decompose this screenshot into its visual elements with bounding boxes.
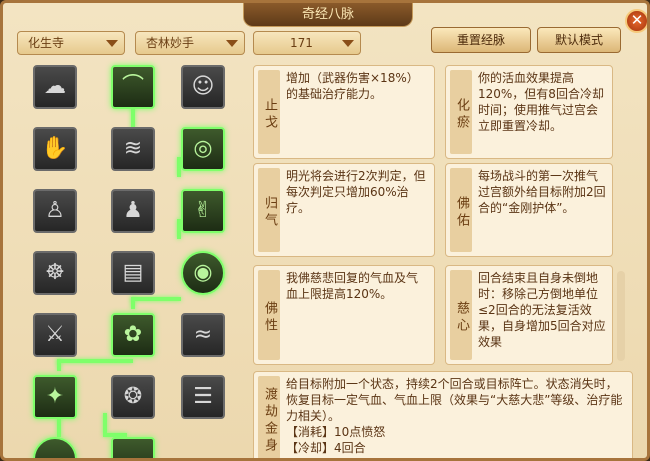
card-huayu: 化瘀 你的活血效果提高120%，但有8回合冷却时间；使用推气过宫会立即重置冷却。 [445,65,613,159]
window-title: 奇经八脉 [243,3,413,27]
school-dropdown[interactable]: 杏林妙手 [135,31,245,55]
level-dropdown[interactable]: 171 [253,31,361,55]
book-icon[interactable]: ▤ [111,251,155,295]
card-foxing: 佛性 我佛慈悲回复的气血及气血上限提高120%。 [253,265,435,365]
card-name: 佛佑 [450,168,472,252]
monk-icon[interactable]: ☺ [181,65,225,109]
card-desc: 回合结束且自身未倒地时：移除己方倒地单位≤2回合的无法复活效果，自身增加5回合对… [478,271,606,349]
default-mode-button[interactable]: 默认模式 [537,27,621,53]
card-zhige: 止戈 增加（武器伤害×18%）的基础治疗能力。 [253,65,435,159]
meridian-link [103,413,107,433]
halo-icon[interactable]: ◉ [181,251,225,295]
meridian-grid: ☁ ⌒ ☺ ✋ ◎ ≋ ♙ ✌ ♟ ☸ ▤ ◉ ⚔ ✿ ≈ ✦ ❂ ☰ [17,59,245,458]
card-name: 化瘀 [450,70,472,154]
lotus-icon[interactable]: ✿ [111,313,155,357]
card-desc: 我佛慈悲回复的气血及气血上限提高120%。 [286,271,419,301]
feather-icon[interactable]: ≈ [181,313,225,357]
card-desc-text: 给目标附加一个状态，持续2个回合或目标阵亡。状态消失时，恢复目标一定气血、气血上… [286,377,623,423]
jade-ring-icon[interactable]: ◎ [181,127,225,171]
meditation-icon[interactable]: ☸ [33,251,77,295]
chevron-down-icon [106,40,118,47]
card-guiqi: 归气 明光将会进行2次判定，但每次判定只增加60%治疗。 [253,163,435,257]
dragon-icon[interactable]: ❂ [111,375,155,419]
school-dropdown-label: 杏林妙手 [146,36,195,50]
card-name: 止戈 [258,70,280,154]
chevron-down-icon [226,40,238,47]
card-desc: 增加（武器伤害×18%）的基础治疗能力。 [286,71,419,101]
level-dropdown-label: 171 [290,36,313,50]
card-desc: 给目标附加一个状态，持续2个回合或目标阵亡。状态消失时，恢复目标一定气血、气血上… [286,376,626,456]
close-icon[interactable]: ✕ [625,9,647,33]
card-name: 渡劫金身 [258,376,280,458]
card-cixin: 慈心 回合结束且自身未倒地时：移除己方倒地单位≤2回合的无法复活效果，自身增加5… [445,265,613,365]
card-name: 归气 [258,168,280,252]
meridian-link [131,297,181,301]
sect-dropdown[interactable]: 化生寺 [17,31,125,55]
reset-meridian-button[interactable]: 重置经脉 [431,27,531,53]
sword-icon[interactable]: ⚔ [33,313,77,357]
buddha-icon[interactable]: ♙ [33,189,77,233]
card-desc: 你的活血效果提高120%，但有8回合冷却时间；使用推气过宫会立即重置冷却。 [478,71,604,133]
card-cost: 【消耗】10点愤怒 [286,425,386,439]
card-dujie-jinshen: 渡劫金身 给目标附加一个状态，持续2个回合或目标阵亡。状态消失时，恢复目标一定气… [253,371,633,458]
sect-dropdown-label: 化生寺 [28,36,65,50]
card-name: 佛性 [258,270,280,360]
meridian-link [57,359,133,363]
chevron-down-icon [342,40,354,47]
green-arch-icon[interactable]: ⌒ [111,65,155,109]
wave-icon[interactable]: ≋ [111,127,155,171]
green-hand-icon[interactable]: ✌ [181,189,225,233]
card-desc: 每场战斗的第一次推气过宫额外给目标附加2回合的“金刚护体”。 [478,169,606,215]
green-orb-icon[interactable] [33,437,77,458]
card-desc: 明光将会进行2次判定，但每次判定只增加60%治疗。 [286,169,426,215]
green-seal-icon[interactable] [111,437,155,458]
card-name: 慈心 [450,270,472,360]
scroll-icon[interactable]: ☰ [181,375,225,419]
card-cooldown: 【冷却】4回合 [286,441,366,455]
meridian-window: 奇经八脉 ✕ 化生寺 杏林妙手 171 重置经脉 默认模式 ☁ ⌒ ☺ ✋ ◎ … [0,0,650,461]
card-scrollbar[interactable] [617,271,625,361]
branch-icon[interactable]: ✦ [33,375,77,419]
card-foyou: 佛佑 每场战斗的第一次推气过宫额外给目标附加2回合的“金刚护体”。 [445,163,613,257]
hand-icon[interactable]: ✋ [33,127,77,171]
figure-icon[interactable]: ♟ [111,189,155,233]
cloud-icon[interactable]: ☁ [33,65,77,109]
